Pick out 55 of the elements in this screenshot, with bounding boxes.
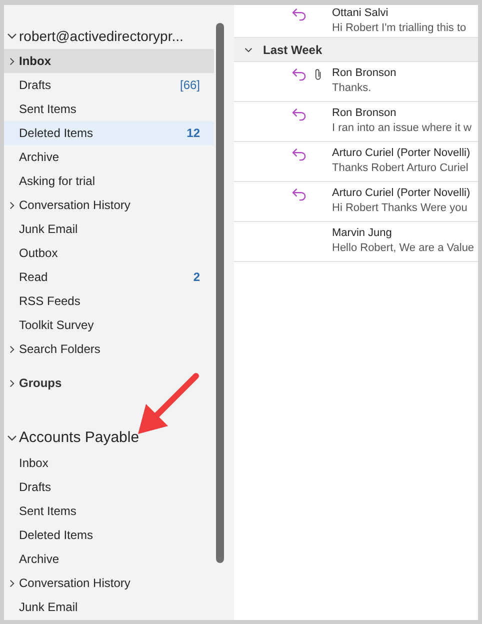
chevron-right-icon[interactable] — [8, 344, 16, 354]
message-preview: Thanks. — [332, 81, 372, 96]
chevron-down-icon[interactable] — [244, 46, 253, 54]
paperclip-icon — [315, 68, 322, 81]
message-preview: Hi Robert I'm trialling this to — [332, 21, 466, 36]
folder-item[interactable]: Archive — [4, 547, 214, 571]
reply-icon — [292, 68, 307, 81]
chevron-right-icon[interactable] — [8, 378, 16, 388]
message-preview: Thanks Robert Arturo Curiel — [332, 161, 470, 176]
sender-name: Marvin Jung — [332, 226, 393, 241]
folder-item[interactable]: Drafts [66] — [4, 73, 214, 97]
sender-name: Arturo Curiel (Porter Novelli) — [332, 146, 470, 161]
message-item[interactable]: Arturo Curiel (Porter Novelli) Thanks Robert Arturo Curiel — [234, 142, 478, 182]
message-preview: I ran into an issue where it w — [332, 121, 472, 136]
folder-item[interactable]: Outbox — [4, 241, 214, 265]
sender-name: Arturo Curiel (Porter Novelli) — [332, 186, 470, 201]
folder-item[interactable]: Conversation History — [4, 571, 214, 595]
sender-name: Ron Bronson — [332, 66, 396, 81]
folder-item[interactable]: Archive — [4, 145, 214, 169]
chevron-down-icon[interactable] — [7, 433, 17, 443]
chevron-right-icon[interactable] — [8, 56, 16, 66]
folder-item[interactable]: Sent Items — [4, 499, 214, 523]
folder-item[interactable]: Inbox — [4, 451, 214, 475]
account-name[interactable]: robert@activedirectorypr... — [19, 26, 184, 46]
folder-item[interactable]: Conversation History — [4, 193, 214, 217]
reply-icon — [292, 108, 307, 121]
message-item[interactable]: Arturo Curiel (Porter Novelli) Hi Robert Thanks Were you — [234, 182, 478, 222]
folder-item[interactable]: Inbox — [4, 49, 214, 73]
folder-item[interactable]: Junk Email — [4, 217, 214, 241]
folder-item[interactable]: RSS Feeds — [4, 289, 214, 313]
message-item[interactable]: Ron Bronson I ran into an issue where it w — [234, 102, 478, 142]
group-header[interactable]: Last Week — [234, 38, 478, 62]
folder-item[interactable]: Drafts — [4, 475, 214, 499]
folder-item[interactable]: Junk Email — [4, 595, 214, 619]
reply-icon — [292, 148, 307, 161]
folder-item[interactable]: Deleted Items — [4, 523, 214, 547]
folder-item[interactable]: Groups — [4, 371, 214, 395]
chevron-down-icon[interactable] — [7, 31, 17, 41]
account-name[interactable]: Accounts Payable — [19, 426, 140, 450]
chevron-right-icon[interactable] — [8, 200, 16, 210]
sender-name: Ron Bronson — [332, 106, 398, 121]
message-item[interactable]: Ron Bronson Thanks. — [234, 62, 478, 102]
folder-item[interactable]: Deleted Items 12 — [4, 121, 214, 145]
chevron-right-icon[interactable] — [8, 578, 16, 588]
folder-item[interactable]: Asking for trial — [4, 169, 214, 193]
folder-item[interactable]: Sent Items — [4, 97, 214, 121]
folder-item[interactable]: Toolkit Survey — [4, 313, 214, 337]
message-preview: Hi Robert Thanks Were you — [332, 201, 468, 216]
message-item[interactable]: Marvin Jung Hello Robert, We are a Value — [234, 222, 478, 262]
sender-name: Ottani Salvi — [332, 6, 390, 21]
folder-item[interactable]: Read 2 — [4, 265, 214, 289]
folder-item[interactable]: Search Folders — [4, 337, 214, 361]
reply-icon — [292, 188, 307, 201]
message-preview: Hello Robert, We are a Value — [332, 241, 474, 256]
scrollbar[interactable] — [216, 23, 224, 563]
